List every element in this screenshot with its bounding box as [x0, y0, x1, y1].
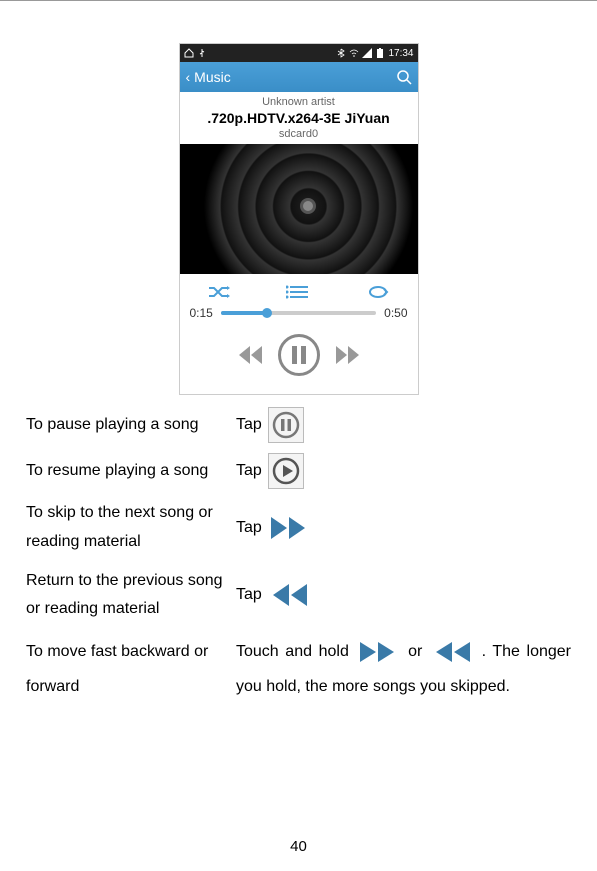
tap-label: Tap	[236, 462, 262, 480]
shuffle-icon[interactable]	[207, 284, 231, 300]
page: 17:34 ‹ Music Unknown artist .720p.HDTV.…	[0, 0, 597, 871]
screenshot-container: 17:34 ‹ Music Unknown artist .720p.HDTV.…	[0, 1, 597, 395]
seek-text-1: Touch and hold	[236, 643, 355, 660]
status-left	[184, 48, 207, 58]
battery-icon	[375, 48, 385, 58]
signal-icon	[362, 48, 372, 58]
next-icon-inline	[358, 641, 398, 663]
artist-label: Unknown artist	[180, 92, 418, 110]
instr-resume-label: To resume playing a song	[26, 457, 236, 486]
tap-label: Tap	[236, 586, 262, 604]
elapsed-time: 0:15	[190, 306, 213, 320]
instr-pause-label: To pause playing a song	[26, 411, 236, 440]
progress-row: 0:15 0:50	[180, 306, 418, 320]
instr-pause-action: Tap	[236, 407, 571, 443]
instr-prev-label: Return to the previous song or reading m…	[26, 567, 236, 625]
status-right: 17:34	[336, 48, 413, 59]
back-icon[interactable]: ‹	[186, 69, 191, 85]
play-icon-button	[268, 453, 304, 489]
instr-seek-label: To move fast backward or forward	[26, 634, 236, 704]
playlist-icon[interactable]	[286, 284, 310, 300]
status-time: 17:34	[388, 48, 413, 59]
phone-screenshot: 17:34 ‹ Music Unknown artist .720p.HDTV.…	[179, 43, 419, 395]
instr-next-label: To skip to the next song or reading mate…	[26, 499, 236, 557]
pause-icon	[292, 346, 306, 364]
instr-next-row: To skip to the next song or reading mate…	[26, 499, 571, 557]
instr-resume-row: To resume playing a song Tap	[26, 453, 571, 489]
playback-controls	[180, 320, 418, 394]
instr-seek-text: Touch and hold or . The longer you hold,…	[236, 634, 571, 704]
usb-icon	[197, 48, 207, 58]
instr-prev-row: Return to the previous song or reading m…	[26, 567, 571, 625]
next-icon	[268, 514, 310, 542]
status-bar: 17:34	[180, 44, 418, 62]
previous-button[interactable]	[238, 344, 264, 366]
tap-label: Tap	[236, 416, 262, 434]
instr-seek-row: To move fast backward or forward Touch a…	[26, 634, 571, 704]
title-bar-title: Music	[194, 69, 231, 85]
pause-icon-button	[268, 407, 304, 443]
instr-resume-action: Tap	[236, 453, 571, 489]
tap-label: Tap	[236, 519, 262, 537]
search-icon[interactable]	[396, 69, 412, 85]
track-title: .720p.HDTV.x264-3E JiYuan	[180, 110, 418, 128]
instructions: To pause playing a song Tap To resume pl…	[0, 395, 597, 705]
title-bar: ‹ Music	[180, 62, 418, 92]
title-bar-left[interactable]: ‹ Music	[186, 69, 231, 85]
album-art	[180, 144, 418, 274]
mode-row	[180, 274, 418, 306]
page-number: 40	[0, 838, 597, 855]
prev-icon	[268, 581, 310, 609]
prev-icon-inline	[432, 641, 472, 663]
instr-next-action: Tap	[236, 514, 571, 542]
pause-button[interactable]	[278, 334, 320, 376]
progress-bar[interactable]	[221, 311, 376, 315]
next-button[interactable]	[334, 344, 360, 366]
instr-pause-row: To pause playing a song Tap	[26, 407, 571, 443]
home-icon	[184, 48, 194, 58]
wifi-icon	[349, 48, 359, 58]
total-time: 0:50	[384, 306, 407, 320]
instr-prev-action: Tap	[236, 581, 571, 609]
progress-thumb[interactable]	[262, 308, 272, 318]
seek-text-2: or	[408, 643, 429, 660]
storage-label: sdcard0	[180, 128, 418, 144]
progress-fill	[221, 311, 268, 315]
bluetooth-icon	[336, 48, 346, 58]
repeat-icon[interactable]	[366, 284, 390, 300]
